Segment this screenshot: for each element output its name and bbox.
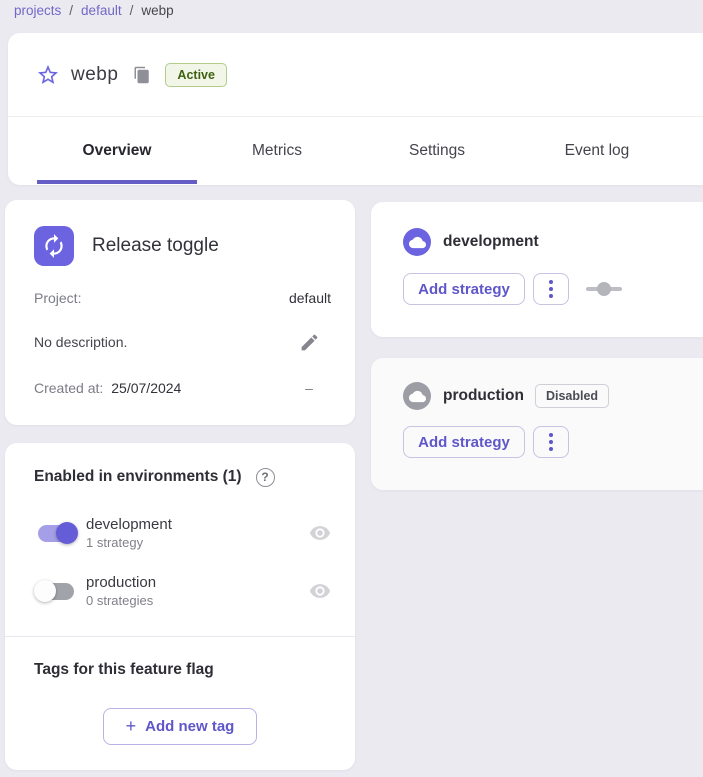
environment-row-production: production 0 strategies [34, 571, 331, 611]
flag-tabs: Overview Metrics Settings Event log [8, 117, 703, 184]
cloud-icon [409, 234, 426, 251]
kebab-dot [549, 447, 553, 451]
tab-event-log[interactable]: Event log [517, 117, 677, 184]
production-environment-badge [403, 382, 431, 410]
toggle-thumb [56, 522, 78, 544]
created-row: Created at: 25/07/2024 – [34, 378, 331, 398]
enabled-environments-section: Enabled in environments (1) ? developmen… [5, 443, 355, 637]
tags-section: Tags for this feature flag + Add new tag [5, 637, 355, 745]
disabled-badge: Disabled [535, 384, 609, 408]
autorenew-icon [41, 233, 67, 259]
description-row: No description. [34, 330, 331, 354]
development-panel-name: development [443, 233, 539, 251]
environment-strategy-count: 0 strategies [86, 593, 309, 608]
flag-type-label: Release toggle [92, 235, 219, 257]
breadcrumb-current-flag: webp [141, 3, 173, 18]
development-panel-header: development [403, 228, 703, 256]
help-icon[interactable]: ? [256, 468, 275, 487]
description-text: No description. [34, 334, 127, 350]
flag-details-card: Release toggle Project: default No descr… [5, 200, 355, 425]
add-new-tag-label: Add new tag [145, 718, 234, 735]
tab-settings[interactable]: Settings [357, 117, 517, 184]
environment-name: production [86, 574, 309, 591]
more-options-button-production[interactable] [533, 426, 569, 458]
eye-icon [309, 522, 331, 544]
empty-value-dash: – [305, 380, 313, 396]
tab-overview-label: Overview [83, 142, 152, 160]
production-panel-actions: Add strategy [403, 426, 703, 458]
project-value: default [289, 290, 331, 306]
development-toggle[interactable] [34, 521, 78, 545]
copy-icon [133, 66, 151, 84]
star-outline-icon [36, 63, 60, 87]
flag-type-row: Release toggle [34, 226, 331, 266]
pencil-icon [299, 332, 320, 353]
plus-icon: + [126, 716, 137, 737]
toggle-thumb [34, 580, 56, 602]
eye-icon [309, 580, 331, 602]
flag-title-row: webp Active [8, 33, 703, 117]
flag-header-card: webp Active Overview Metrics Settings Ev… [8, 33, 703, 185]
kebab-dot [549, 294, 553, 298]
kebab-dot [549, 280, 553, 284]
kebab-dot [549, 433, 553, 437]
production-panel-name: production [443, 387, 524, 405]
tab-overview[interactable]: Overview [37, 117, 197, 184]
flag-name-title: webp [71, 64, 118, 86]
project-row: Project: default [34, 288, 331, 308]
project-label: Project: [34, 290, 81, 306]
active-tab-indicator [37, 180, 197, 184]
cloud-icon [409, 388, 426, 405]
kebab-dot [549, 440, 553, 444]
breadcrumb-project-default[interactable]: default [81, 3, 122, 18]
breadcrumb-separator: / [69, 3, 73, 18]
breadcrumb-projects[interactable]: projects [14, 3, 61, 18]
preview-development-button[interactable] [309, 522, 331, 544]
add-strategy-button-development[interactable]: Add strategy [403, 273, 525, 305]
edit-description-button[interactable] [299, 332, 320, 353]
created-value: 25/07/2024 [111, 380, 181, 396]
add-strategy-button-production[interactable]: Add strategy [403, 426, 525, 458]
production-toggle[interactable] [34, 579, 78, 603]
tab-metrics-label: Metrics [252, 142, 302, 160]
production-panel-header: production Disabled [403, 382, 703, 410]
production-environment-panel: production Disabled Add strategy [371, 358, 703, 490]
environment-row-development: development 1 strategy [34, 513, 331, 553]
favorite-star-button[interactable] [36, 63, 60, 87]
tags-title: Tags for this feature flag [34, 661, 355, 681]
kebab-dot [549, 287, 553, 291]
copy-name-button[interactable] [133, 66, 151, 84]
environments-card: Enabled in environments (1) ? developmen… [5, 443, 355, 770]
preview-production-button[interactable] [309, 580, 331, 602]
breadcrumb-separator: / [130, 3, 134, 18]
development-panel-actions: Add strategy [403, 273, 703, 305]
environment-name: development [86, 516, 309, 533]
add-new-tag-button[interactable]: + Add new tag [103, 708, 257, 745]
environment-enable-toggle-development[interactable] [586, 282, 622, 296]
tab-event-log-label: Event log [565, 142, 630, 160]
development-environment-panel: development Add strategy [371, 202, 703, 337]
environments-title: Enabled in environments (1) [34, 468, 242, 486]
tab-settings-label: Settings [409, 142, 465, 160]
breadcrumb: projects / default / webp [14, 0, 174, 20]
toggle-knob [597, 282, 611, 296]
tab-metrics[interactable]: Metrics [197, 117, 357, 184]
release-toggle-icon-badge [34, 226, 74, 266]
created-label: Created at: [34, 380, 103, 396]
development-environment-badge [403, 228, 431, 256]
environment-strategy-count: 1 strategy [86, 535, 309, 550]
status-badge: Active [165, 63, 227, 87]
more-options-button-development[interactable] [533, 273, 569, 305]
